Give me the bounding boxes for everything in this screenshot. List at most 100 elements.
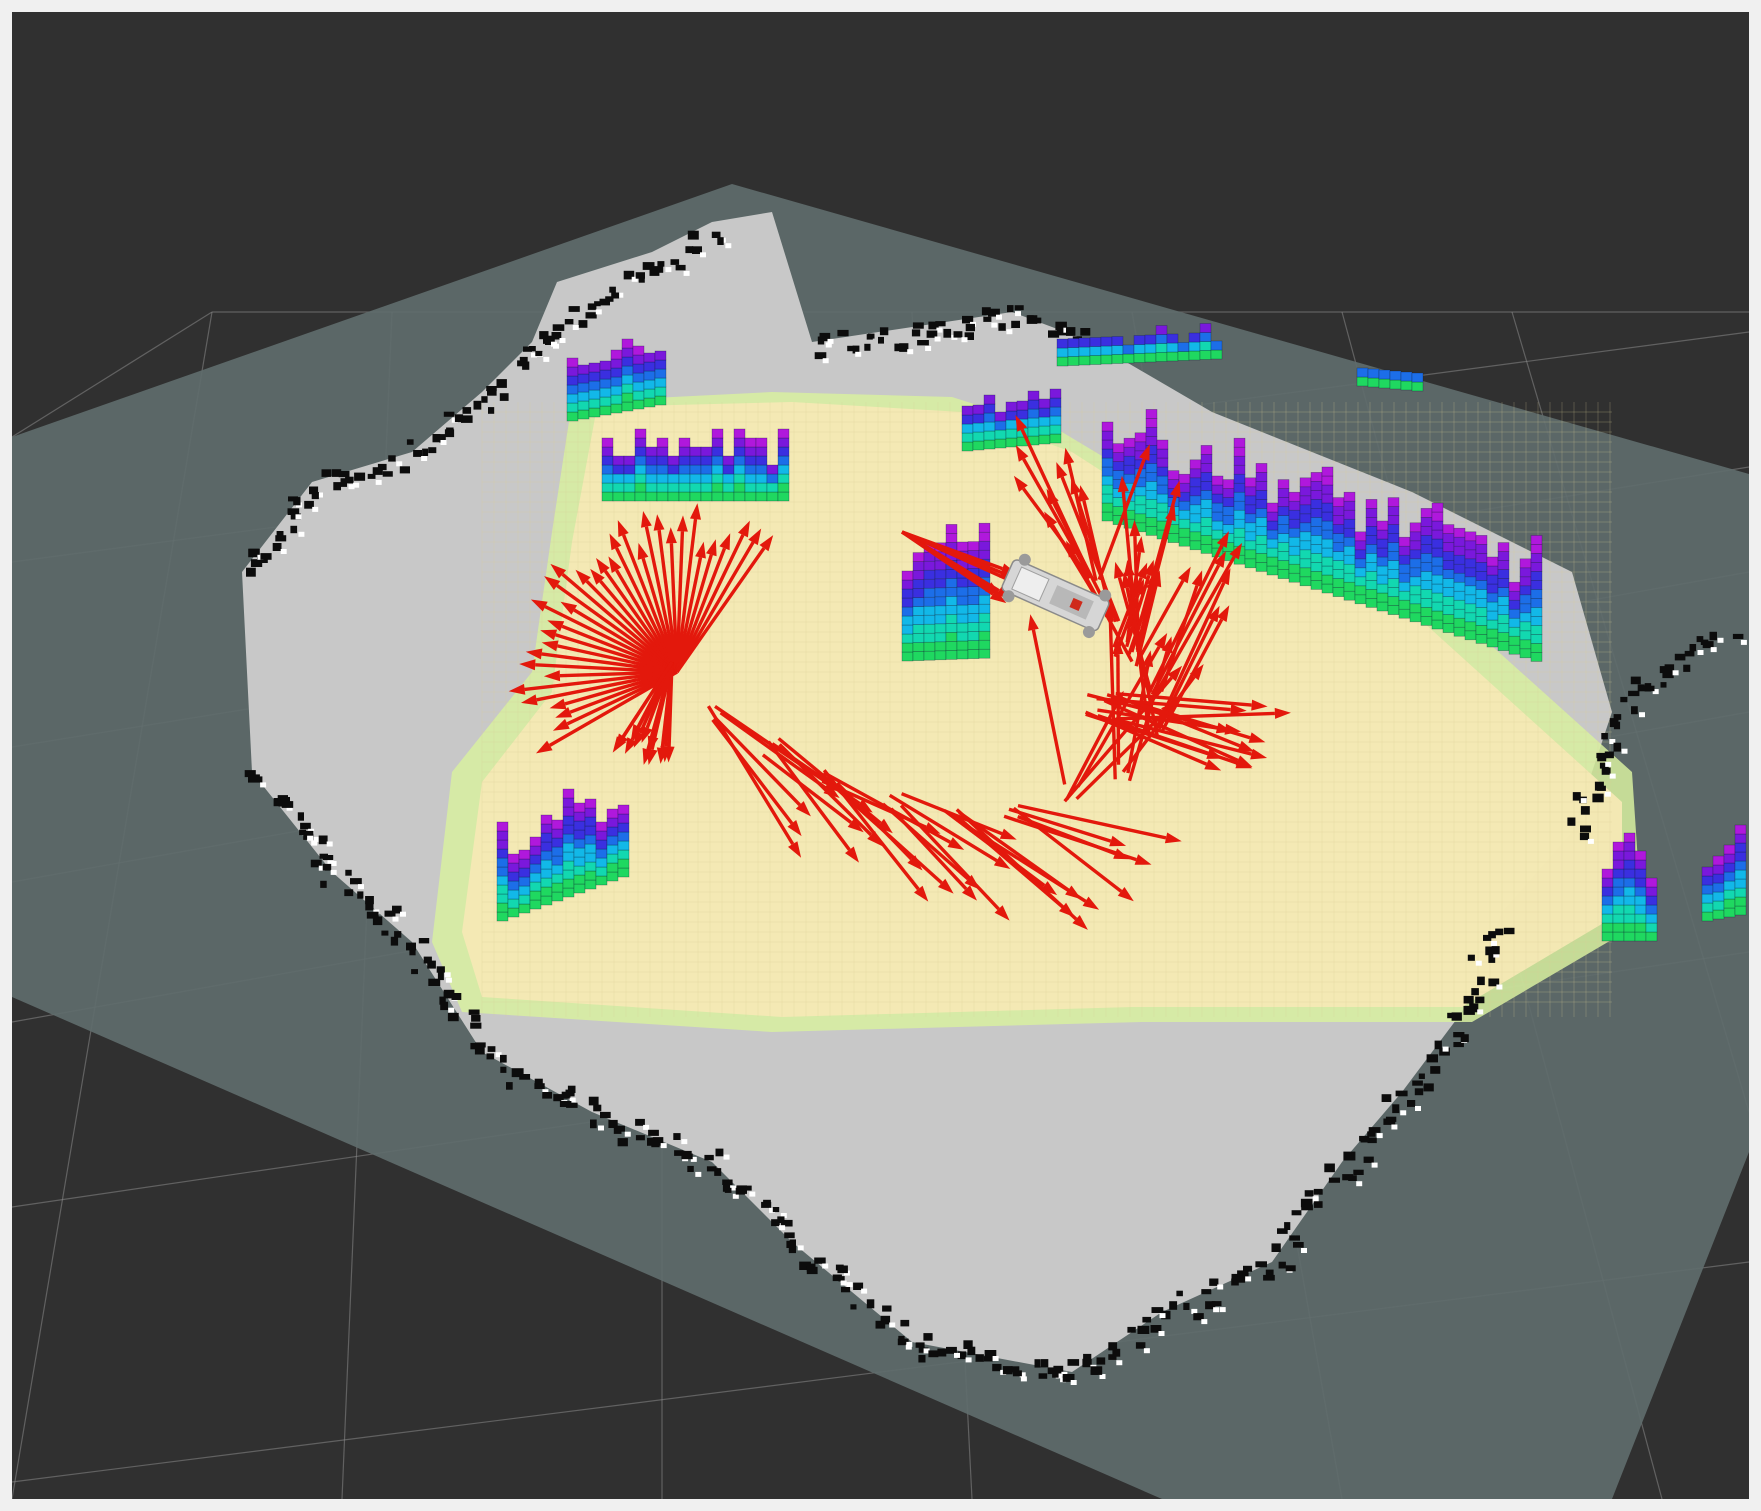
voxel — [1389, 379, 1402, 390]
voxel — [1409, 558, 1422, 569]
occupied-cell — [486, 386, 497, 392]
voxel — [1486, 592, 1499, 603]
voxel — [529, 854, 542, 865]
voxel — [1123, 446, 1136, 457]
voxel — [1409, 522, 1422, 533]
voxel — [1266, 529, 1279, 540]
voxel — [551, 837, 564, 848]
voxel — [1145, 517, 1158, 527]
voxel — [1144, 334, 1157, 345]
voxel — [1200, 454, 1213, 464]
voxel — [606, 862, 619, 873]
voxel — [1623, 877, 1636, 888]
voxel — [1123, 437, 1136, 448]
voxel — [623, 455, 636, 466]
voxel — [1475, 607, 1488, 617]
voxel — [1508, 590, 1521, 601]
voxel — [1005, 410, 1018, 421]
occupied-cell-highlight — [280, 549, 287, 554]
voxel — [1623, 832, 1636, 843]
voxel — [1411, 381, 1424, 392]
voxel — [1431, 511, 1444, 522]
voxel — [1612, 886, 1625, 897]
occupied-cell-highlight — [1717, 637, 1724, 643]
voxel — [1156, 439, 1169, 450]
occupied-cell — [1096, 1357, 1106, 1365]
voxel — [1398, 536, 1411, 547]
occupied-cell — [1090, 1366, 1103, 1375]
voxel — [1277, 542, 1290, 552]
voxel — [1310, 553, 1323, 563]
voxel — [1200, 472, 1213, 482]
voxel — [1277, 524, 1290, 534]
voxel — [901, 624, 914, 635]
voxel — [1166, 351, 1179, 362]
voxel — [1189, 486, 1202, 497]
voxel — [1343, 563, 1356, 574]
occupied-cell — [432, 434, 441, 443]
voxel — [1156, 457, 1169, 468]
occupied-cell — [681, 1153, 693, 1160]
voxel — [1145, 499, 1158, 509]
voxel — [1111, 336, 1124, 346]
occupied-cell — [299, 829, 307, 836]
occupied-cell-highlight — [797, 1245, 804, 1251]
occupied-cell-highlight — [1312, 1196, 1319, 1202]
voxel — [1365, 580, 1378, 590]
occupied-cell-highlight — [375, 479, 382, 485]
occupied-cell — [1265, 1269, 1274, 1278]
occupied-cell — [564, 319, 574, 325]
voxel — [621, 365, 634, 376]
voxel — [1188, 341, 1201, 352]
voxel — [1189, 477, 1202, 488]
occupied-cell — [772, 1207, 780, 1213]
occupied-cell — [1368, 1127, 1381, 1133]
occupied-cell — [1407, 1100, 1416, 1107]
voxel — [617, 867, 630, 878]
voxel — [1387, 524, 1400, 534]
voxel — [1376, 529, 1389, 540]
occupied-cell — [287, 508, 300, 515]
voxel — [1453, 545, 1466, 556]
voxel — [945, 632, 958, 642]
voxel — [1189, 522, 1202, 533]
occupied-cell — [1080, 328, 1091, 336]
voxel — [1133, 344, 1146, 354]
occupied-cell — [935, 321, 946, 327]
occupied-cell — [470, 1022, 482, 1029]
voxel — [978, 639, 991, 650]
voxel — [1409, 549, 1422, 560]
voxel — [1288, 572, 1301, 583]
voxel — [934, 623, 947, 634]
voxel — [610, 376, 623, 387]
occupied-cell — [468, 1009, 480, 1015]
3d-viewport[interactable] — [12, 12, 1749, 1499]
voxel — [1255, 526, 1268, 536]
occupied-cell — [600, 1111, 611, 1119]
occupied-cell — [1423, 1083, 1434, 1092]
voxel — [700, 446, 713, 457]
voxel — [617, 813, 630, 824]
voxel — [1365, 589, 1378, 599]
occupied-cell — [1488, 931, 1496, 939]
voxel — [612, 473, 625, 484]
scene-canvas[interactable] — [12, 12, 1749, 1499]
occupied-cell — [784, 1232, 795, 1239]
voxel — [1189, 468, 1202, 479]
occupied-cell — [1002, 1366, 1013, 1375]
voxel — [634, 482, 647, 493]
voxel — [595, 875, 608, 886]
voxel — [967, 613, 980, 623]
occupied-cell — [832, 1274, 842, 1282]
voxel — [1734, 833, 1747, 844]
voxel — [1200, 499, 1213, 509]
voxel — [599, 378, 612, 389]
voxel — [540, 877, 553, 888]
occupied-cell-highlight — [991, 322, 998, 328]
voxel — [1200, 463, 1213, 473]
voxel — [584, 879, 597, 890]
voxel — [678, 464, 691, 475]
occupied-cell — [593, 1104, 602, 1112]
voxel — [1623, 841, 1636, 852]
occupied-cell-highlight — [1639, 712, 1645, 718]
